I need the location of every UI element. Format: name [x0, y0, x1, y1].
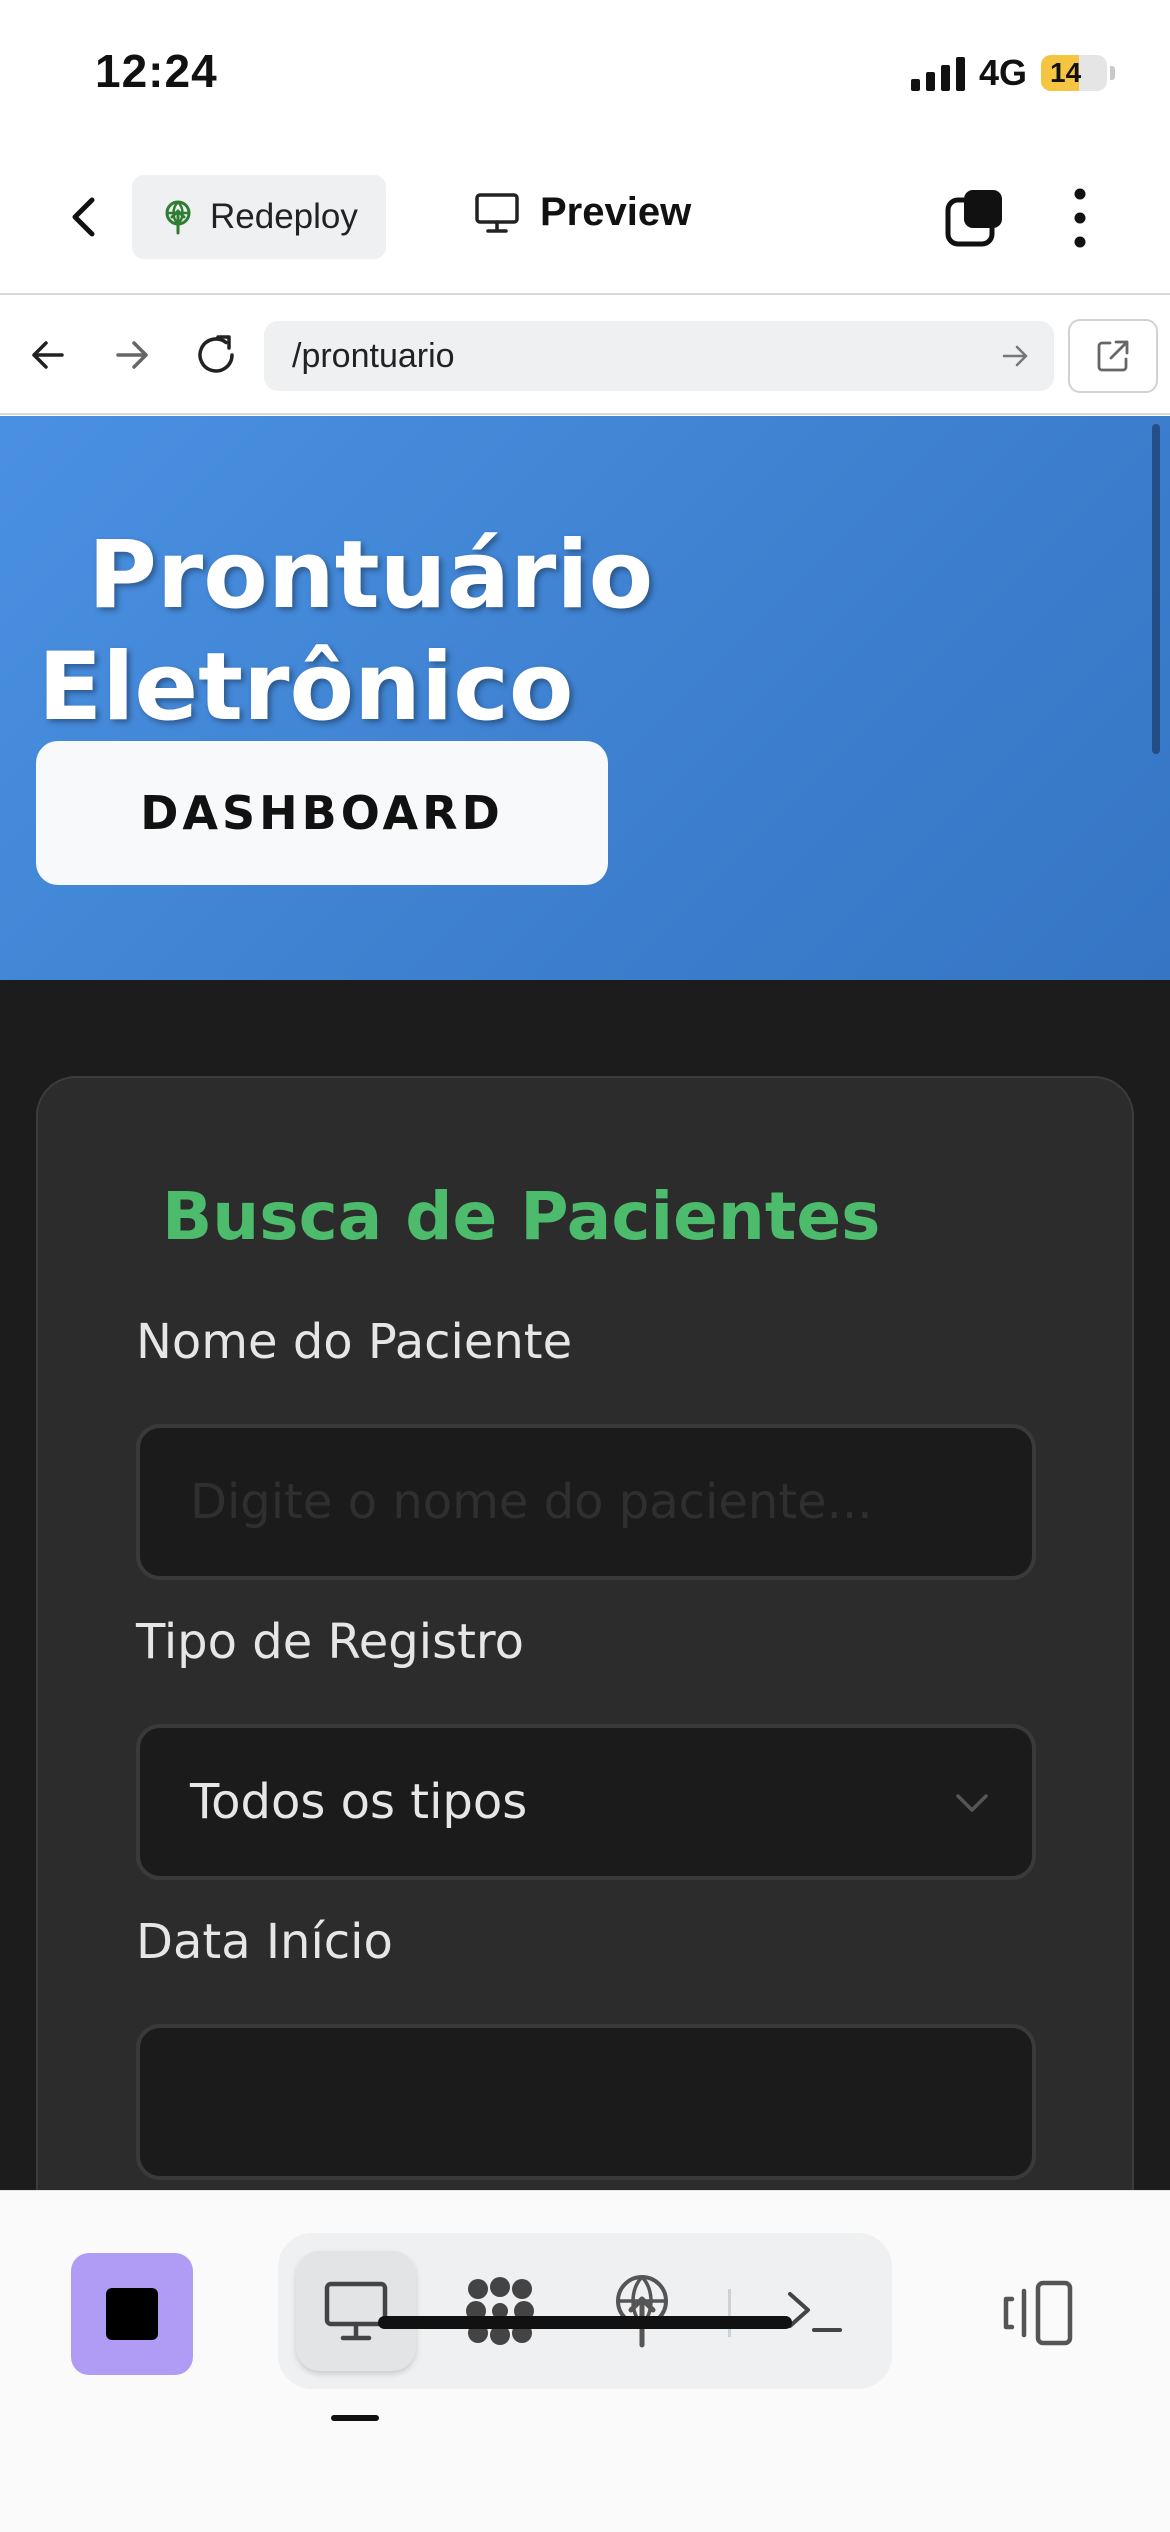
- monitor-icon: [324, 2281, 388, 2341]
- app-header: Redeploy Preview: [0, 150, 1170, 295]
- terminal-icon: [788, 2292, 842, 2332]
- arrow-right-icon[interactable]: [996, 337, 1034, 375]
- status-time: 12:24: [95, 45, 218, 97]
- terminal-tool-button[interactable]: [754, 2251, 874, 2371]
- url-input[interactable]: /prontuario: [264, 321, 1054, 391]
- panel-toggle-icon: [1003, 2280, 1073, 2346]
- back-button[interactable]: [60, 192, 110, 242]
- battery-icon: 14: [1041, 55, 1115, 91]
- redeploy-label: Redeploy: [210, 197, 358, 236]
- battery-level: 14: [1050, 57, 1082, 88]
- browser-bar: /prontuario: [0, 297, 1170, 415]
- chevron-left-icon: [72, 197, 95, 237]
- open-external-button[interactable]: [1068, 319, 1158, 393]
- external-link-icon: [1097, 340, 1129, 372]
- tabs-icon: [945, 190, 1002, 247]
- stop-icon: [106, 2288, 158, 2340]
- tool-group: [278, 2233, 892, 2389]
- reload-icon: [198, 335, 234, 373]
- active-tab-indicator: [331, 2415, 379, 2421]
- reload-button[interactable]: [188, 327, 244, 383]
- preview-tool-button[interactable]: [296, 2251, 416, 2371]
- browser-forward-button[interactable]: [104, 327, 160, 383]
- tabs-button[interactable]: [944, 188, 1004, 248]
- chevron-down-icon: [956, 1794, 988, 1812]
- status-indicators: 4G 14: [910, 52, 1115, 94]
- arrow-right-icon: [116, 341, 148, 369]
- browser-back-button[interactable]: [20, 327, 76, 383]
- patient-name-input[interactable]: Digite o nome do paciente...: [136, 1424, 1036, 1580]
- bottom-toolbar: [0, 2190, 1170, 2532]
- start-date-label: Data Início: [136, 1914, 393, 1970]
- toolbar-divider: [728, 2289, 731, 2337]
- scrollbar[interactable]: [1152, 424, 1160, 754]
- record-type-value: Todos os tipos: [190, 1774, 528, 1830]
- monitor-icon: [475, 192, 519, 233]
- redeploy-button[interactable]: Redeploy: [132, 175, 386, 259]
- patient-search-card: Busca de Pacientes Nome do Paciente Digi…: [36, 1076, 1134, 2190]
- apps-icon: [466, 2277, 534, 2345]
- card-title: Busca de Pacientes: [162, 1178, 881, 1255]
- panel-toggle-button[interactable]: [1000, 2275, 1076, 2351]
- deploy-icon: [165, 200, 191, 235]
- record-type-label: Tipo de Registro: [136, 1614, 524, 1670]
- network-type: 4G: [978, 52, 1027, 93]
- more-button[interactable]: [1060, 186, 1100, 250]
- apps-tool-button[interactable]: [440, 2251, 560, 2371]
- stop-button[interactable]: [71, 2253, 193, 2375]
- patient-name-label: Nome do Paciente: [136, 1314, 573, 1370]
- url-text: /prontuario: [292, 336, 455, 375]
- hero-header: Prontuário Eletrônico DASHBOARD: [0, 416, 1170, 980]
- arrow-left-icon: [32, 341, 64, 369]
- preview-button[interactable]: Preview: [474, 190, 691, 235]
- more-vertical-icon: [1074, 188, 1086, 248]
- patient-name-placeholder: Digite o nome do paciente...: [190, 1474, 873, 1530]
- record-type-select[interactable]: Todos os tipos: [136, 1724, 1036, 1880]
- status-bar: 12:24 4G 14: [0, 0, 1170, 150]
- web-content: Prontuário Eletrônico DASHBOARD Busca de…: [0, 416, 1170, 2190]
- home-indicator[interactable]: [378, 2316, 792, 2329]
- page-title: Prontuário Eletrônico: [38, 521, 654, 742]
- deploy-tool-button[interactable]: [582, 2251, 702, 2371]
- deploy-icon: [616, 2275, 668, 2348]
- signal-icon: [910, 55, 965, 91]
- preview-label: Preview: [540, 190, 692, 234]
- dashboard-button[interactable]: DASHBOARD: [36, 741, 608, 885]
- start-date-input[interactable]: [136, 2024, 1036, 2180]
